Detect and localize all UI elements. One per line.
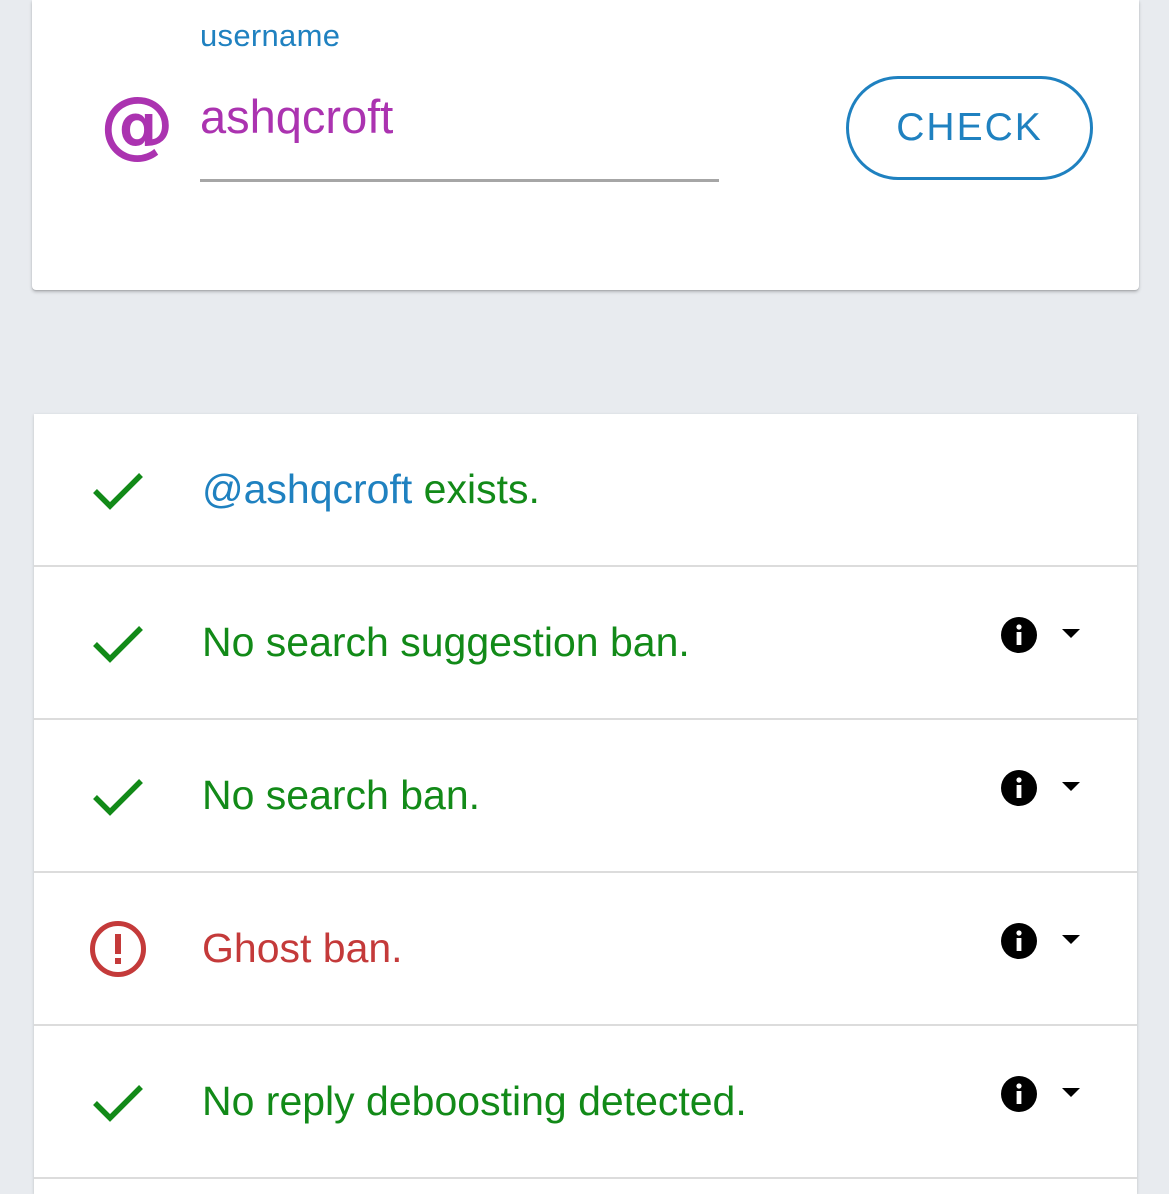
results-card: @ashqcroft exists. No search suggestion …: [34, 414, 1137, 1194]
chevron-down-icon[interactable]: [1060, 779, 1082, 793]
username-form-card: username @ CHECK: [32, 0, 1139, 290]
result-row-reply-deboosting[interactable]: No reply deboosting detected.: [34, 1026, 1137, 1179]
result-message: No search ban.: [202, 772, 481, 818]
info-icon[interactable]: [1000, 1075, 1038, 1113]
info-icon[interactable]: [1000, 922, 1038, 960]
result-row-exists: @ashqcroft exists.: [34, 414, 1137, 567]
info-icon[interactable]: [1000, 769, 1038, 807]
check-icon: [93, 626, 143, 663]
username-label: username: [200, 18, 341, 53]
chevron-down-icon[interactable]: [1060, 626, 1082, 640]
result-row-search[interactable]: No search ban.: [34, 720, 1137, 873]
chevron-down-icon[interactable]: [1060, 932, 1082, 946]
result-message: exists.: [412, 466, 540, 512]
result-message: No search suggestion ban.: [202, 619, 690, 665]
result-message: No reply deboosting detected.: [202, 1078, 747, 1124]
username-mention: @ashqcroft: [202, 466, 413, 512]
at-sign-icon: @: [100, 81, 174, 167]
input-underline: [200, 179, 719, 182]
result-row-search-suggestion[interactable]: No search suggestion ban.: [34, 567, 1137, 720]
check-icon: [93, 473, 143, 510]
result-message: Ghost ban.: [202, 925, 403, 971]
alert-circle-icon: [90, 921, 146, 977]
info-icon[interactable]: [1000, 616, 1038, 654]
chevron-down-icon[interactable]: [1060, 1085, 1082, 1099]
result-row-ghost-ban[interactable]: Ghost ban.: [34, 873, 1137, 1026]
check-icon: [93, 779, 143, 816]
username-input[interactable]: [200, 84, 720, 148]
result-text: @ashqcroft exists.: [202, 414, 540, 565]
check-icon: [93, 1085, 143, 1122]
check-button[interactable]: CHECK: [846, 76, 1093, 180]
